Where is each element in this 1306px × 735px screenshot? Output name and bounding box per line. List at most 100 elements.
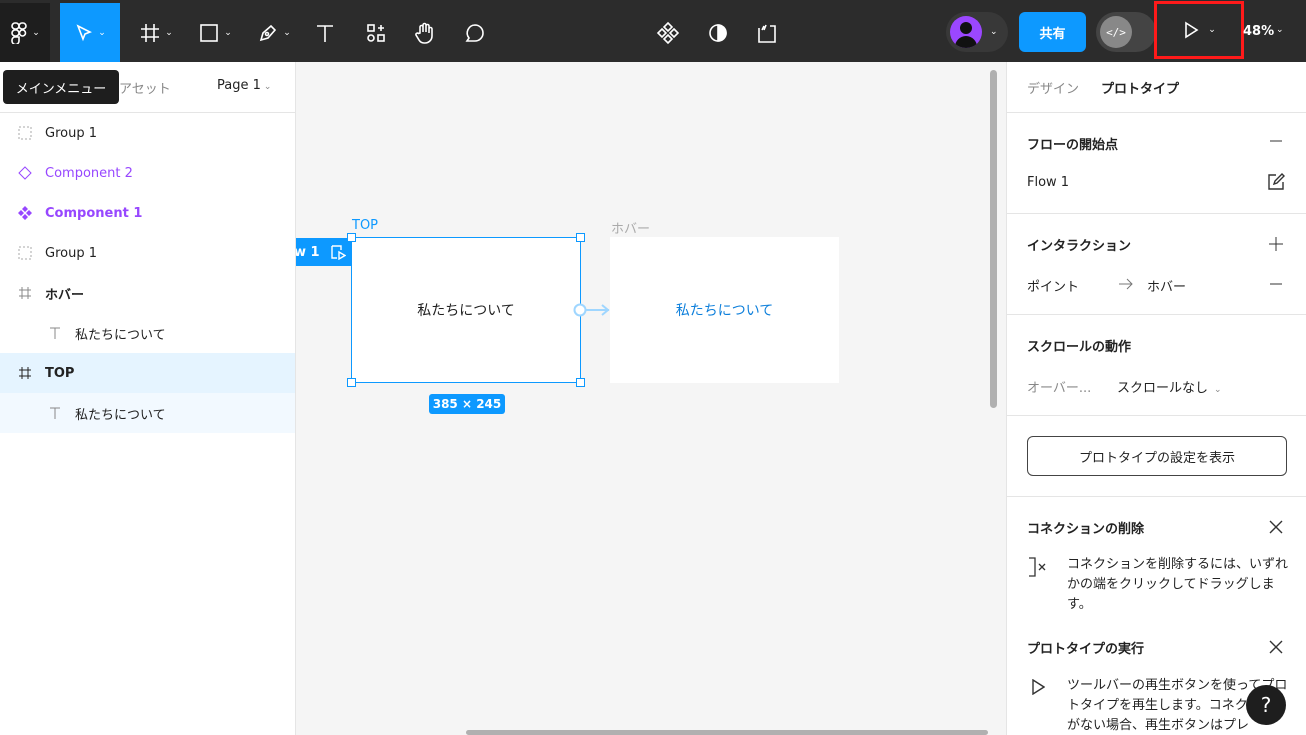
frame-icon (17, 365, 33, 381)
resize-handle-bl[interactable] (347, 378, 356, 387)
frame-icon (141, 23, 160, 42)
vertical-scrollbar[interactable] (990, 70, 997, 408)
close-icon[interactable] (1266, 637, 1286, 657)
contrast-icon (709, 23, 727, 42)
flow-start-section: フローの開始点 Flow 1 (1007, 113, 1306, 214)
run-prototype-title: プロトタイプの実行 (1027, 642, 1145, 657)
flow-start-badge[interactable]: w 1 (296, 238, 352, 266)
flow-name[interactable]: Flow 1 (1027, 175, 1069, 190)
theme-toggle-button[interactable] (705, 3, 731, 62)
size-badge: 385 × 245 (429, 394, 505, 414)
text-icon (317, 24, 333, 42)
move-tool-button[interactable]: ⌄ (60, 3, 120, 62)
layer-row[interactable]: 私たちについて (0, 313, 295, 353)
play-icon (1029, 678, 1047, 696)
scroll-section: スクロールの動作 オーバー... スクロールなし ⌄ (1007, 315, 1306, 416)
layer-label: 私たちについて (75, 327, 166, 343)
user-menu[interactable]: ⌄ (946, 12, 1008, 52)
arrow-right-icon (1117, 276, 1135, 292)
shape-tool-button[interactable]: ⌄ (194, 3, 236, 62)
layer-label: Component 2 (45, 165, 133, 181)
layer-row[interactable]: ホバー (0, 273, 295, 313)
present-button[interactable]: ⌄ (1154, 1, 1244, 59)
resources-button[interactable] (363, 3, 389, 62)
layer-row[interactable]: 私たちについて (0, 393, 295, 433)
resize-handle-tr[interactable] (576, 233, 585, 242)
frame-tool-button[interactable]: ⌄ (135, 3, 177, 62)
components-button[interactable] (655, 3, 681, 62)
scroll-title: スクロールの動作 (1027, 340, 1132, 355)
pen-tool-button[interactable]: ⌄ (253, 3, 295, 62)
share-button[interactable]: 共有 (1019, 12, 1086, 52)
layer-label: Group 1 (45, 125, 97, 141)
help-button[interactable]: ? (1246, 685, 1286, 725)
frame-top-text: 私たちについて (417, 303, 515, 319)
play-icon (1185, 21, 1199, 39)
zoom-level[interactable]: 48% (1243, 24, 1274, 39)
settings-section: プロトタイプの設定を表示 (1007, 416, 1306, 497)
delete-connection-title: コネクションの削除 (1027, 522, 1145, 537)
chevron-down-icon: ⌄ (224, 27, 232, 38)
canvas[interactable]: w 1 TOP 私たちについて ホバー 私たちについて 385 × 245 (296, 62, 1006, 735)
frame-top[interactable]: 私たちについて (351, 237, 581, 383)
edit-icon[interactable] (1266, 172, 1286, 192)
add-icon[interactable] (1266, 234, 1286, 254)
tab-assets[interactable]: アセット (119, 78, 171, 97)
page-label: Page 1 (217, 78, 261, 93)
comment-tool-button[interactable] (461, 3, 489, 62)
properties-panel: デザイン プロトタイプ フローの開始点 Flow 1 インタラクション ポイント… (1006, 62, 1306, 735)
resize-handle-tl[interactable] (347, 233, 356, 242)
chevron-down-icon: ⌄ (32, 27, 40, 38)
layer-label: TOP (45, 365, 75, 381)
avatar (950, 16, 982, 48)
frame-hover[interactable]: 私たちについて (610, 237, 839, 383)
chevron-down-icon: ⌄ (990, 27, 998, 37)
main-menu-button[interactable]: ⌄ (0, 3, 50, 62)
code-frame-icon (758, 24, 776, 43)
remove-icon[interactable] (1266, 133, 1286, 149)
chevron-down-icon: ⌄ (1214, 385, 1222, 395)
figma-logo-icon (11, 21, 28, 44)
horizontal-scrollbar[interactable] (466, 730, 988, 735)
dev-mode-toggle[interactable]: </> (1096, 12, 1156, 52)
frame-hover-text: 私たちについて (675, 303, 774, 319)
remove-icon[interactable] (1266, 276, 1286, 292)
chevron-down-icon: ⌄ (165, 27, 173, 38)
scroll-dropdown[interactable]: スクロールなし ⌄ (1117, 377, 1222, 396)
show-prototype-settings-button[interactable]: プロトタイプの設定を表示 (1027, 436, 1287, 476)
tab-design[interactable]: デザイン (1027, 78, 1079, 97)
frame-top-label[interactable]: TOP (352, 218, 378, 233)
text-icon (47, 325, 63, 341)
hand-tool-button[interactable] (411, 3, 439, 62)
hand-icon (415, 22, 433, 44)
layer-row[interactable]: Component 1 (0, 193, 295, 233)
resize-handle-br[interactable] (576, 378, 585, 387)
flow-play-icon (330, 245, 346, 260)
chevron-down-icon: ⌄ (1208, 25, 1216, 35)
chevron-down-icon[interactable]: ⌄ (1276, 25, 1284, 35)
layer-row[interactable]: Group 1 (0, 233, 295, 273)
tab-prototype[interactable]: プロトタイプ (1101, 78, 1179, 97)
scroll-value: スクロールなし (1117, 381, 1209, 396)
layer-row-selected[interactable]: TOP (0, 353, 295, 393)
frame-hover-label[interactable]: ホバー (611, 218, 650, 237)
text-tool-button[interactable] (312, 3, 338, 62)
chevron-down-icon: ⌄ (283, 27, 291, 38)
disconnect-icon (1027, 556, 1051, 578)
interaction-trigger: ポイント (1027, 280, 1080, 295)
connection-arrow-icon[interactable] (572, 302, 612, 318)
rectangle-icon (200, 23, 219, 42)
dashed-frame-icon (17, 245, 33, 261)
layer-row[interactable]: Group 1 (0, 113, 295, 153)
interaction-title: インタラクション (1027, 239, 1132, 254)
layer-row[interactable]: Component 2 (0, 153, 295, 193)
main-component-icon (17, 205, 33, 221)
layer-label: Component 1 (45, 205, 143, 221)
code-frame-button[interactable] (754, 3, 780, 62)
page-selector[interactable]: Page 1 ⌄ (217, 78, 271, 93)
close-icon[interactable] (1266, 517, 1286, 537)
layer-label: 私たちについて (75, 407, 166, 423)
delete-connection-text: コネクションを削除するには、いずれかの端をクリックしてドラッグします。 (1067, 557, 1289, 612)
main-menu-tooltip: メインメニュー (3, 70, 119, 104)
pen-icon (260, 24, 277, 41)
